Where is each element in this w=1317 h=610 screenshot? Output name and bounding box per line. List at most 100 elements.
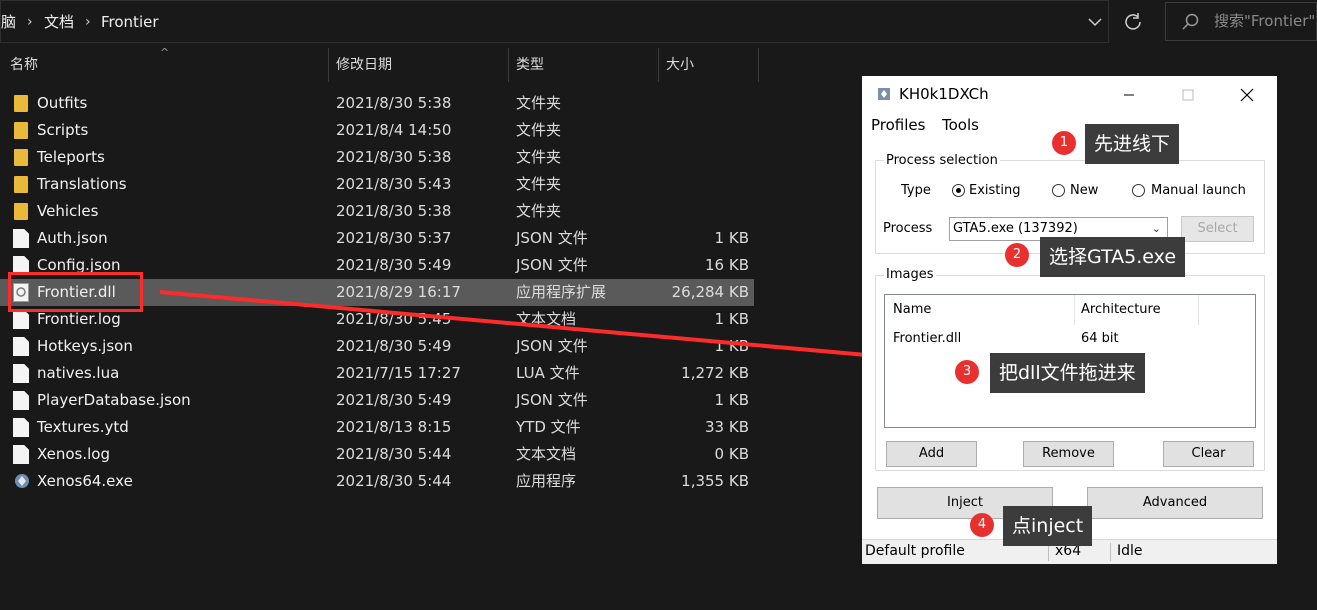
radio-new-label[interactable]: New — [1070, 183, 1098, 198]
menu-tools[interactable]: Tools — [942, 116, 979, 134]
remove-button[interactable]: Remove — [1023, 441, 1114, 467]
column-divider[interactable] — [758, 48, 759, 82]
step-callout-4: 点inject — [1003, 506, 1093, 546]
column-divider[interactable] — [658, 48, 659, 82]
clear-button[interactable]: Clear — [1163, 441, 1254, 467]
column-header-type[interactable]: 类型 — [516, 48, 544, 82]
file-date: 2021/8/29 16:17 — [336, 283, 461, 301]
address-bar[interactable]: 脑 › 文档 › Frontier — [0, 0, 1109, 43]
file-name: Textures.ytd — [37, 418, 129, 436]
file-date: 2021/8/30 5:38 — [336, 202, 452, 220]
file-type: 文件夹 — [516, 94, 562, 112]
close-icon — [1240, 88, 1254, 102]
file-row[interactable]: Xenos.log 2021/8/30 5:44 文本文档 0 KB — [0, 441, 754, 468]
file-row[interactable]: Teleports 2021/8/30 5:38 文件夹 — [0, 144, 754, 171]
status-state: Idle — [1117, 543, 1143, 559]
select-button[interactable]: Select — [1181, 216, 1254, 242]
file-size: 1,272 KB — [681, 364, 749, 382]
radio-existing-label[interactable]: Existing — [969, 183, 1021, 198]
image-row-name[interactable]: Frontier.dll — [893, 331, 961, 346]
window-title: KH0k1DXCh — [899, 85, 989, 103]
file-row[interactable]: Textures.ytd 2021/8/13 8:15 YTD 文件 33 KB — [0, 414, 754, 441]
file-row[interactable]: Scripts 2021/8/4 14:50 文件夹 — [0, 117, 754, 144]
breadcrumb-item-frontier[interactable]: Frontier — [101, 1, 159, 44]
file-date: 2021/8/30 5:38 — [336, 148, 452, 166]
file-name: Auth.json — [37, 229, 108, 247]
close-button[interactable] — [1232, 82, 1262, 108]
file-row[interactable]: Translations 2021/8/30 5:43 文件夹 — [0, 171, 754, 198]
radio-new[interactable] — [1052, 184, 1065, 197]
radio-existing[interactable] — [952, 184, 965, 197]
refresh-button[interactable] — [1111, 0, 1155, 43]
file-icon — [13, 391, 29, 410]
folder-icon — [14, 95, 28, 112]
file-row[interactable]: Vehicles 2021/8/30 5:38 文件夹 — [0, 198, 754, 225]
radio-manual-launch[interactable] — [1132, 184, 1145, 197]
file-type: 应用程序扩展 — [516, 283, 607, 301]
file-row[interactable]: natives.lua 2021/7/15 17:27 LUA 文件 1,272 KB — [0, 360, 754, 387]
minimize-icon — [1124, 94, 1134, 96]
column-header-date[interactable]: 修改日期 — [336, 48, 392, 82]
folder-icon — [14, 122, 28, 139]
images-column-architecture[interactable]: Architecture — [1081, 295, 1161, 325]
sort-up-icon: ^ — [160, 46, 170, 59]
radio-manual-launch-label[interactable]: Manual launch — [1151, 183, 1246, 198]
process-selection-label: Process selection — [884, 153, 1000, 168]
file-row[interactable]: PlayerDatabase.json 2021/8/30 5:49 JSON 文件… — [0, 387, 754, 414]
file-size: 1 KB — [714, 391, 749, 409]
file-icon — [13, 364, 29, 383]
column-divider[interactable] — [1074, 295, 1075, 325]
file-type: JSON 文件 — [516, 229, 588, 247]
chevron-down-icon[interactable] — [1084, 11, 1106, 33]
step-badge-3: 3 — [955, 360, 979, 384]
image-row-arch[interactable]: 64 bit — [1081, 331, 1119, 346]
file-size: 0 KB — [714, 445, 749, 463]
breadcrumb-item-computer[interactable]: 脑 — [1, 1, 16, 44]
column-divider[interactable] — [328, 48, 329, 82]
column-header-size[interactable]: 大小 — [666, 48, 694, 82]
minimize-button[interactable] — [1114, 82, 1144, 108]
file-name: Hotkeys.json — [37, 337, 133, 355]
file-date: 2021/8/30 5:43 — [336, 175, 452, 193]
file-date: 2021/8/13 8:15 — [336, 418, 452, 436]
step-callout-1: 先进线下 — [1085, 124, 1180, 164]
column-header-name[interactable]: 名称 — [10, 48, 38, 82]
column-divider[interactable] — [1198, 295, 1199, 325]
file-date: 2021/7/15 17:27 — [336, 364, 461, 382]
file-type: 文件夹 — [516, 202, 562, 220]
advanced-button[interactable]: Advanced — [1087, 487, 1263, 519]
file-row[interactable]: Auth.json 2021/8/30 5:37 JSON 文件 1 KB — [0, 225, 754, 252]
file-size: 1 KB — [714, 310, 749, 328]
file-name: Translations — [37, 175, 127, 193]
maximize-icon — [1182, 89, 1194, 101]
file-name: PlayerDatabase.json — [37, 391, 191, 409]
file-size: 1 KB — [714, 229, 749, 247]
file-row[interactable]: Outfits 2021/8/30 5:38 文件夹 — [0, 90, 754, 117]
column-divider[interactable] — [508, 48, 509, 82]
file-date: 2021/8/30 5:49 — [336, 256, 452, 274]
file-date: 2021/8/30 5:37 — [336, 229, 452, 247]
file-type: LUA 文件 — [516, 364, 580, 382]
file-date: 2021/8/30 5:38 — [336, 94, 452, 112]
file-name: Scripts — [37, 121, 89, 139]
breadcrumb-item-documents[interactable]: 文档 — [44, 1, 74, 44]
file-row[interactable]: Xenos64.exe 2021/8/30 5:44 应用程序 1,355 KB — [0, 468, 754, 495]
file-icon — [13, 310, 29, 329]
add-button[interactable]: Add — [886, 441, 977, 467]
process-value: GTA5.exe (137392) — [953, 221, 1078, 236]
file-date: 2021/8/30 5:49 — [336, 391, 452, 409]
menu-profiles[interactable]: Profiles — [871, 116, 925, 134]
images-label: Images — [884, 267, 936, 282]
file-icon — [13, 445, 29, 464]
search-input[interactable]: 搜索"Frontier" — [1165, 2, 1317, 41]
exe-file-icon — [13, 472, 29, 491]
file-name: Teleports — [37, 148, 105, 166]
images-column-name[interactable]: Name — [893, 295, 931, 325]
step-badge-4: 4 — [970, 513, 994, 537]
breadcrumb-separator-icon: › — [27, 14, 33, 30]
file-type: 文本文档 — [516, 310, 577, 328]
app-icon — [878, 88, 890, 100]
maximize-button[interactable] — [1173, 82, 1203, 108]
file-name: Xenos64.exe — [37, 472, 133, 490]
file-row[interactable]: Hotkeys.json 2021/8/30 5:49 JSON 文件 1 KB — [0, 333, 754, 360]
